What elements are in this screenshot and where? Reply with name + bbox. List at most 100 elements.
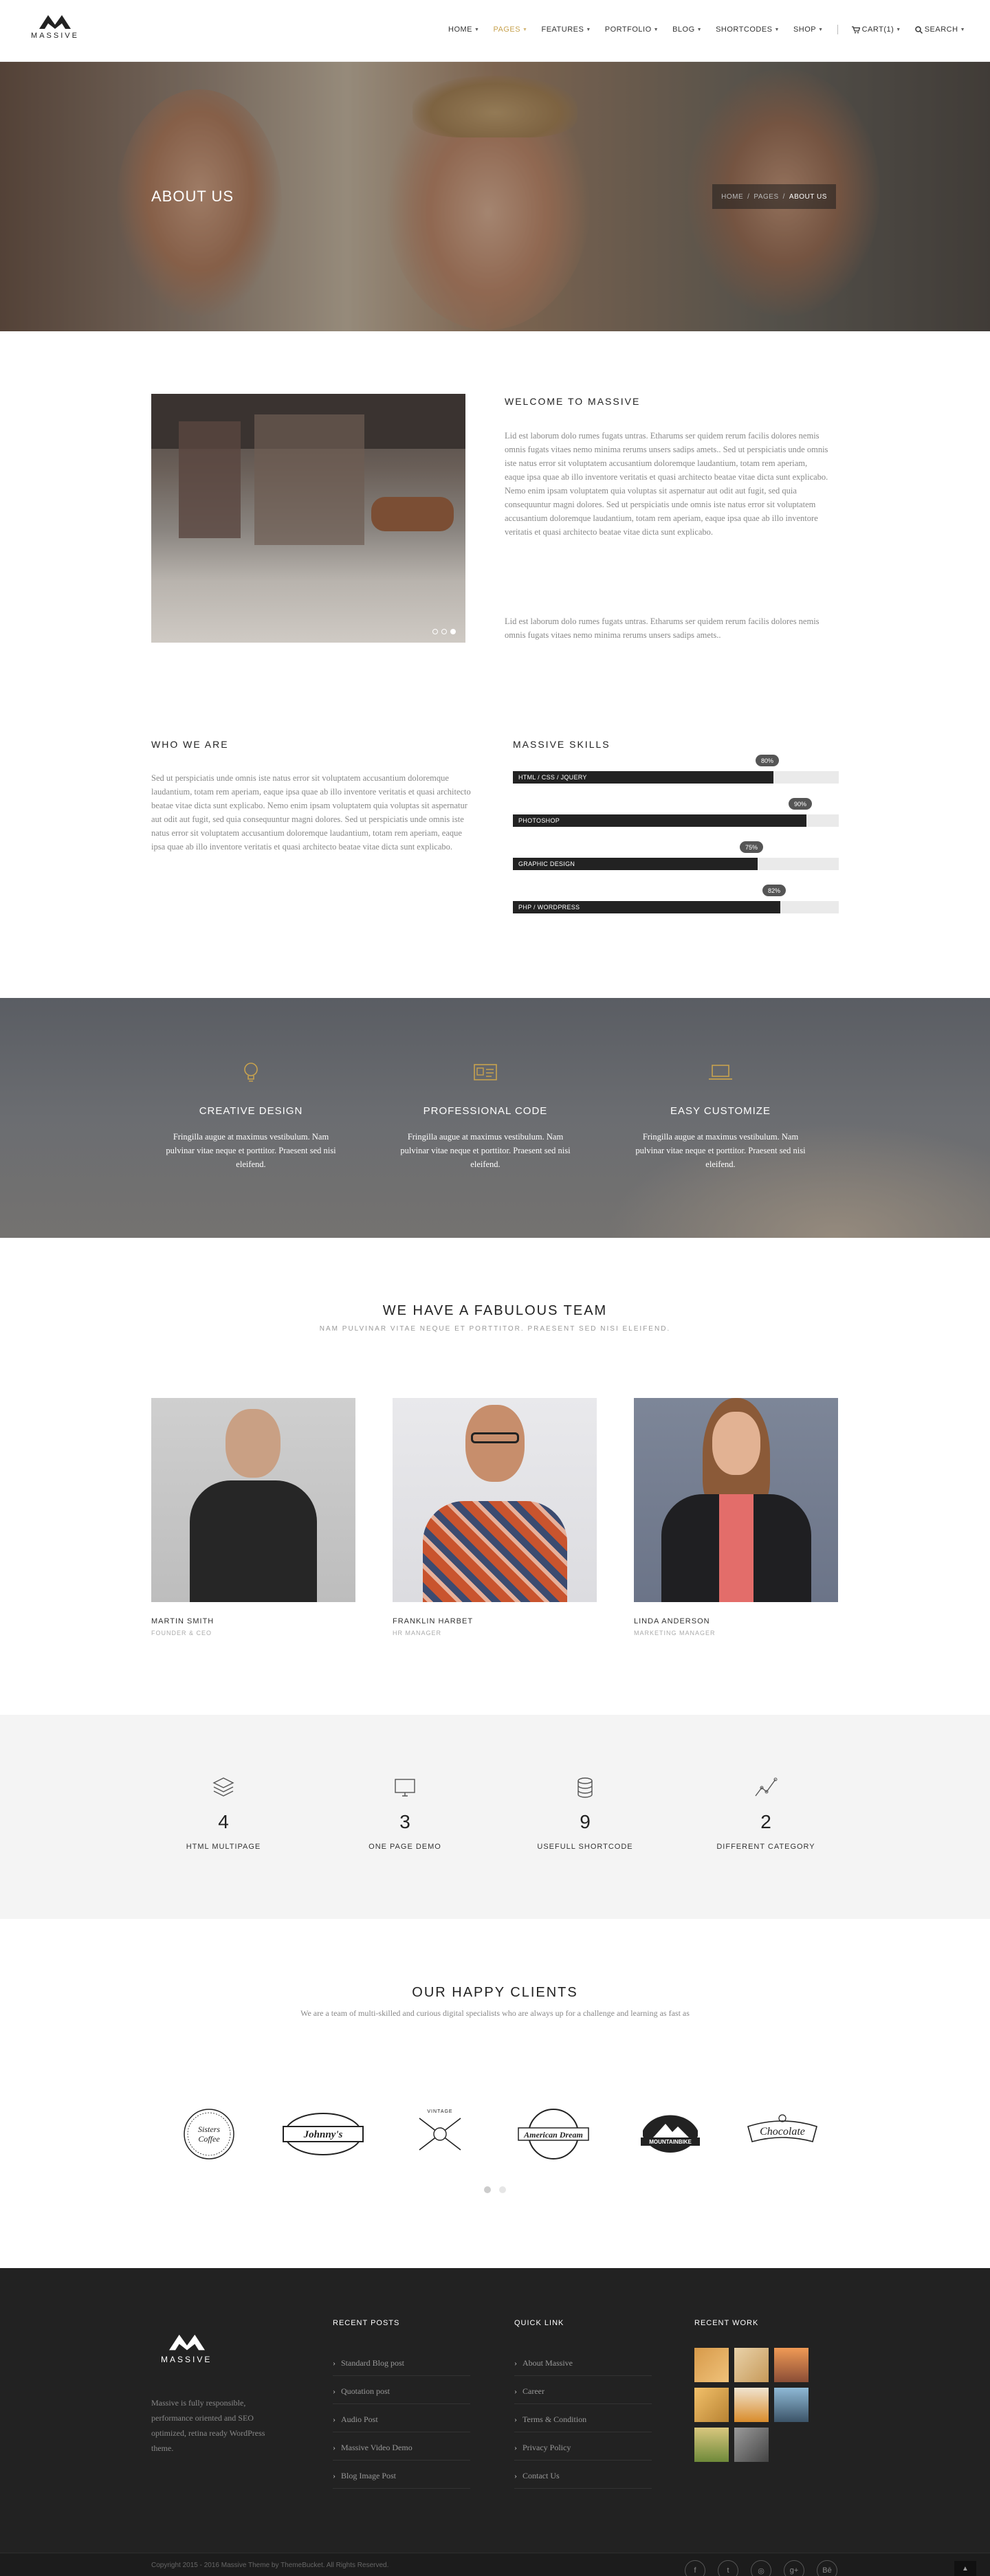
skill-label: GRAPHIC DESIGN <box>518 860 575 867</box>
slider-dot-active[interactable] <box>450 629 456 634</box>
slider-dot[interactable] <box>432 629 438 634</box>
nav-item-portfolio[interactable]: PORTFOLIO ▼ <box>605 25 659 34</box>
team-member[interactable]: MARTIN SMITH FOUNDER & CEO <box>151 1398 355 1636</box>
scroll-top-button[interactable]: ▲ <box>954 2561 976 2576</box>
skill-percent-badge: 75% <box>740 841 763 853</box>
nav-item-shortcodes[interactable]: SHORTCODES ▼ <box>716 25 780 34</box>
recent-work-thumb[interactable] <box>734 2348 769 2382</box>
footer-bottom-bar: Copyright 2015 - 2016 Massive Theme by T… <box>0 2553 990 2576</box>
who-paragraph: Sed ut perspiciatis unde omnis iste natu… <box>151 773 471 852</box>
logo-mark-icon <box>39 15 71 29</box>
google-plus-icon[interactable]: g+ <box>784 2560 804 2576</box>
footer-link[interactable]: Audio Post <box>333 2414 378 2425</box>
client-logo-american-dream[interactable]: American Dream <box>516 2103 591 2165</box>
feature-title: PROFESSIONAL CODE <box>423 1105 548 1117</box>
recent-work-thumb[interactable] <box>734 2388 769 2422</box>
page-title: ABOUT US <box>151 188 234 205</box>
member-photo <box>634 1398 838 1602</box>
breadcrumb-separator: / <box>782 192 785 201</box>
footer-divider <box>333 2460 470 2461</box>
svg-text:MOUNTAINBIKE: MOUNTAINBIKE <box>649 2139 692 2145</box>
cart-label: CART(1) <box>861 25 894 34</box>
skills-heading: MASSIVE SKILLS <box>513 739 610 750</box>
breadcrumb-current: ABOUT US <box>789 192 827 201</box>
carousel-dot[interactable] <box>499 2186 506 2193</box>
footer-link[interactable]: Standard Blog post <box>333 2358 404 2368</box>
site-logo[interactable]: MASSIVE <box>28 14 82 40</box>
recent-work-thumb[interactable] <box>774 2388 808 2422</box>
photo-face <box>226 1409 280 1478</box>
welcome-heading: WELCOME TO MASSIVE <box>505 396 641 407</box>
breadcrumb-home[interactable]: HOME <box>721 193 743 201</box>
site-header: MASSIVE HOME ▼ PAGES ▼ FEATURES ▼ PORTFOLIO… <box>0 0 990 62</box>
client-logo-sisters-coffee[interactable]: Sisters Coffee <box>175 2103 243 2165</box>
footer-divider <box>514 2403 652 2404</box>
brand-name: MASSIVE <box>31 32 79 40</box>
client-logo-vintage[interactable]: VINTAGE <box>406 2103 474 2165</box>
team-heading: WE HAVE A FABULOUS TEAM <box>382 1303 608 1318</box>
search-icon <box>914 25 923 34</box>
footer-logo-icon[interactable] <box>169 2333 205 2351</box>
stats-section: 4 HTML MULTIPAGE 3 ONE PAGE DEMO 9 USEFU… <box>0 1715 990 1919</box>
nav-label: BLOG <box>672 25 695 34</box>
stat-value: 9 <box>580 1811 591 1832</box>
footer-link[interactable]: Terms & Condition <box>514 2414 586 2425</box>
recent-work-thumb[interactable] <box>694 2388 729 2422</box>
recent-work-thumb[interactable] <box>694 2428 729 2462</box>
photo-face <box>712 1412 760 1475</box>
stat-label: DIFFERENT CATEGORY <box>716 1843 815 1851</box>
recent-work-thumb[interactable] <box>774 2348 808 2382</box>
facebook-icon[interactable]: f <box>685 2560 705 2576</box>
member-photo <box>151 1398 355 1602</box>
nav-item-blog[interactable]: BLOG ▼ <box>672 25 702 34</box>
footer-link[interactable]: Career <box>514 2386 544 2397</box>
main-nav: HOME ▼ PAGES ▼ FEATURES ▼ PORTFOLIO ▼ BLOG ▼ … <box>448 25 965 34</box>
footer-link[interactable]: Massive Video Demo <box>333 2443 412 2453</box>
footer-brand: MASSIVE <box>161 2355 212 2364</box>
footer-link[interactable]: Quotation post <box>333 2386 390 2397</box>
recent-work-thumb[interactable] <box>694 2348 729 2382</box>
hero-overlay <box>0 62 990 331</box>
clients-heading: OUR HAPPY CLIENTS <box>412 1985 578 2000</box>
client-logo-mountainbike[interactable]: MOUNTAINBIKE <box>632 2103 708 2165</box>
breadcrumb-pages[interactable]: PAGES <box>754 193 778 201</box>
office-photo-slider[interactable] <box>151 394 465 643</box>
nav-item-shop[interactable]: SHOP ▼ <box>793 25 824 34</box>
database-icon <box>578 1777 593 1798</box>
welcome-paragraph: Lid est laborum dolo rumes fugats untras… <box>505 617 820 640</box>
nav-label: HOME <box>448 25 472 34</box>
footer-link[interactable]: Privacy Policy <box>514 2443 571 2453</box>
carousel-dot-active[interactable] <box>484 2186 491 2193</box>
hero-banner: ABOUT US HOME / PAGES / ABOUT US <box>0 62 990 331</box>
skill-percent-badge: 90% <box>789 798 812 810</box>
nav-search[interactable]: SEARCH ▼ <box>914 25 965 34</box>
member-photo <box>393 1398 597 1602</box>
footer-link[interactable]: Blog Image Post <box>333 2471 396 2481</box>
site-footer: MASSIVE Massive is fully responsible, pe… <box>0 2268 990 2576</box>
stat-label: HTML MULTIPAGE <box>186 1843 261 1851</box>
recent-work-thumb[interactable] <box>734 2428 769 2462</box>
footer-link[interactable]: Contact Us <box>514 2471 560 2481</box>
chevron-down-icon: ▼ <box>696 27 703 32</box>
member-name: LINDA ANDERSON <box>634 1617 710 1625</box>
team-member[interactable]: FRANKLIN HARBET HR MANAGER <box>393 1398 597 1636</box>
svg-text:Coffee: Coffee <box>198 2134 220 2144</box>
client-logo-johnnys[interactable]: Johnny's <box>282 2103 364 2165</box>
nav-item-pages[interactable]: PAGES ▼ <box>493 25 527 34</box>
slider-dot[interactable] <box>441 629 447 634</box>
nav-item-features[interactable]: FEATURES ▼ <box>541 25 591 34</box>
twitter-icon[interactable]: t <box>718 2560 738 2576</box>
nav-cart[interactable]: CART(1) ▼ <box>851 25 901 34</box>
who-heading: WHO WE ARE <box>151 739 229 750</box>
member-role: FOUNDER & CEO <box>151 1630 212 1636</box>
svg-text:Chocolate: Chocolate <box>760 2126 805 2138</box>
member-role: HR MANAGER <box>393 1630 442 1636</box>
nav-label: SHORTCODES <box>716 25 773 34</box>
client-logo-chocolate[interactable]: Chocolate <box>741 2103 824 2165</box>
footer-link[interactable]: About Massive <box>514 2358 573 2368</box>
team-member[interactable]: LINDA ANDERSON MARKETING MANAGER <box>634 1398 838 1636</box>
dribbble-icon[interactable]: ◎ <box>751 2560 771 2576</box>
nav-item-home[interactable]: HOME ▼ <box>448 25 479 34</box>
skill-percent-badge: 80% <box>756 755 779 766</box>
behance-icon[interactable]: Bē <box>817 2560 837 2576</box>
